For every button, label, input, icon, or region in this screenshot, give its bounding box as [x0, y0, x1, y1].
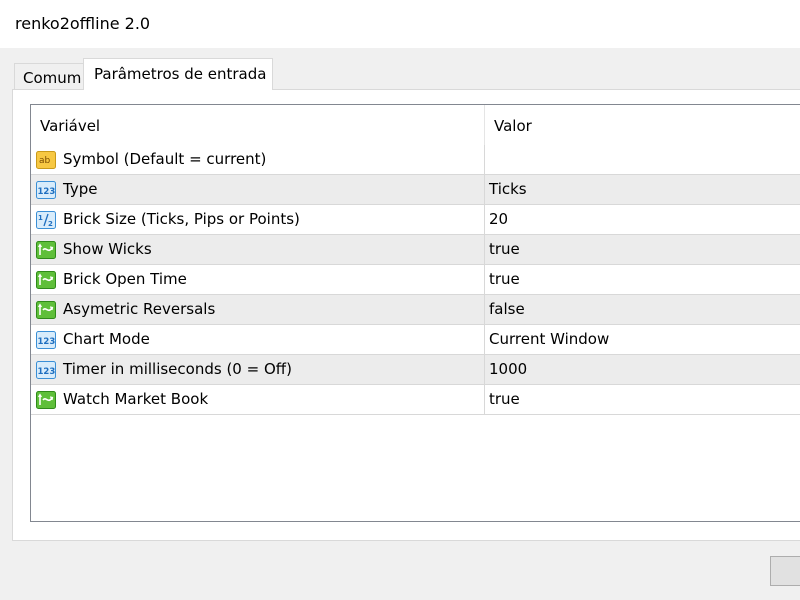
string-type-icon: ab [36, 151, 56, 169]
parameter-rows: ab Symbol (Default = current) 123 Type Ticks… [31, 145, 800, 415]
table-row[interactable]: 123 Type Ticks [31, 175, 800, 205]
value-cell[interactable] [485, 145, 800, 174]
double-type-icon: 12 [36, 211, 56, 229]
variable-cell[interactable]: Brick Open Time [31, 265, 485, 294]
parameters-grid: Variável Valor ab Symbol (Default = curre… [30, 104, 800, 522]
variable-cell[interactable]: Watch Market Book [31, 385, 485, 414]
table-row[interactable]: Brick Open Time true [31, 265, 800, 295]
svg-text:123: 123 [38, 337, 56, 347]
table-row[interactable]: 123 Timer in milliseconds (0 = Off) 1000 [31, 355, 800, 385]
variable-name: Timer in milliseconds (0 = Off) [63, 360, 292, 378]
variable-name: Asymetric Reversals [63, 300, 216, 318]
variable-name: Symbol (Default = current) [63, 150, 267, 168]
variable-name: Show Wicks [63, 240, 152, 258]
svg-text:ab: ab [39, 156, 51, 166]
value-cell[interactable]: 1000 [485, 355, 800, 384]
svg-text:123: 123 [38, 367, 56, 377]
table-row[interactable]: 123 Chart Mode Current Window [31, 325, 800, 355]
value-cell[interactable]: Ticks [485, 175, 800, 204]
boolean-type-icon [36, 391, 56, 409]
table-row[interactable]: Asymetric Reversals false [31, 295, 800, 325]
integer-type-icon: 123 [36, 331, 56, 349]
value-cell[interactable]: true [485, 385, 800, 414]
variable-cell[interactable]: 1 2 Brick Size (Ticks, Pips or Points) [31, 205, 485, 234]
svg-text:2: 2 [48, 220, 53, 228]
table-row[interactable]: ab Symbol (Default = current) [31, 145, 800, 175]
value-cell[interactable]: true [485, 235, 800, 264]
variable-cell[interactable]: 123 Type [31, 175, 485, 204]
window-title: renko2offline 2.0 [15, 14, 151, 33]
tab-input-parameters[interactable]: Parâmetros de entrada [83, 58, 273, 90]
value-cell[interactable]: 20 [485, 205, 800, 234]
value-cell[interactable]: Current Window [485, 325, 800, 354]
variable-cell[interactable]: Asymetric Reversals [31, 295, 485, 324]
value-cell[interactable]: true [485, 265, 800, 294]
variable-name: Chart Mode [63, 330, 150, 348]
integer-type-icon: 123 [36, 361, 56, 379]
column-header-variable[interactable]: Variável [31, 105, 485, 145]
boolean-type-icon [36, 241, 56, 259]
variable-cell[interactable]: Show Wicks [31, 235, 485, 264]
integer-type-icon: 123 [36, 181, 56, 199]
boolean-type-icon [36, 301, 56, 319]
svg-text:1: 1 [38, 214, 43, 222]
variable-name: Brick Size (Ticks, Pips or Points) [63, 210, 300, 228]
tab-comum[interactable]: Comum [14, 63, 84, 89]
variable-cell[interactable]: 123 Chart Mode [31, 325, 485, 354]
variable-name: Brick Open Time [63, 270, 187, 288]
value-cell[interactable]: false [485, 295, 800, 324]
variable-cell[interactable]: 123 Timer in milliseconds (0 = Off) [31, 355, 485, 384]
table-row[interactable]: 1 2 Brick Size (Ticks, Pips or Points) 20 [31, 205, 800, 235]
ok-button[interactable] [770, 556, 800, 586]
svg-text:123: 123 [38, 187, 56, 197]
grid-header: Variável Valor [31, 105, 800, 145]
boolean-type-icon [36, 271, 56, 289]
column-header-value[interactable]: Valor [485, 105, 800, 145]
variable-cell[interactable]: ab Symbol (Default = current) [31, 145, 485, 174]
title-bar: renko2offline 2.0 [0, 0, 800, 48]
table-row[interactable]: Show Wicks true [31, 235, 800, 265]
variable-name: Watch Market Book [63, 390, 209, 408]
table-row[interactable]: Watch Market Book true [31, 385, 800, 415]
variable-name: Type [63, 180, 98, 198]
